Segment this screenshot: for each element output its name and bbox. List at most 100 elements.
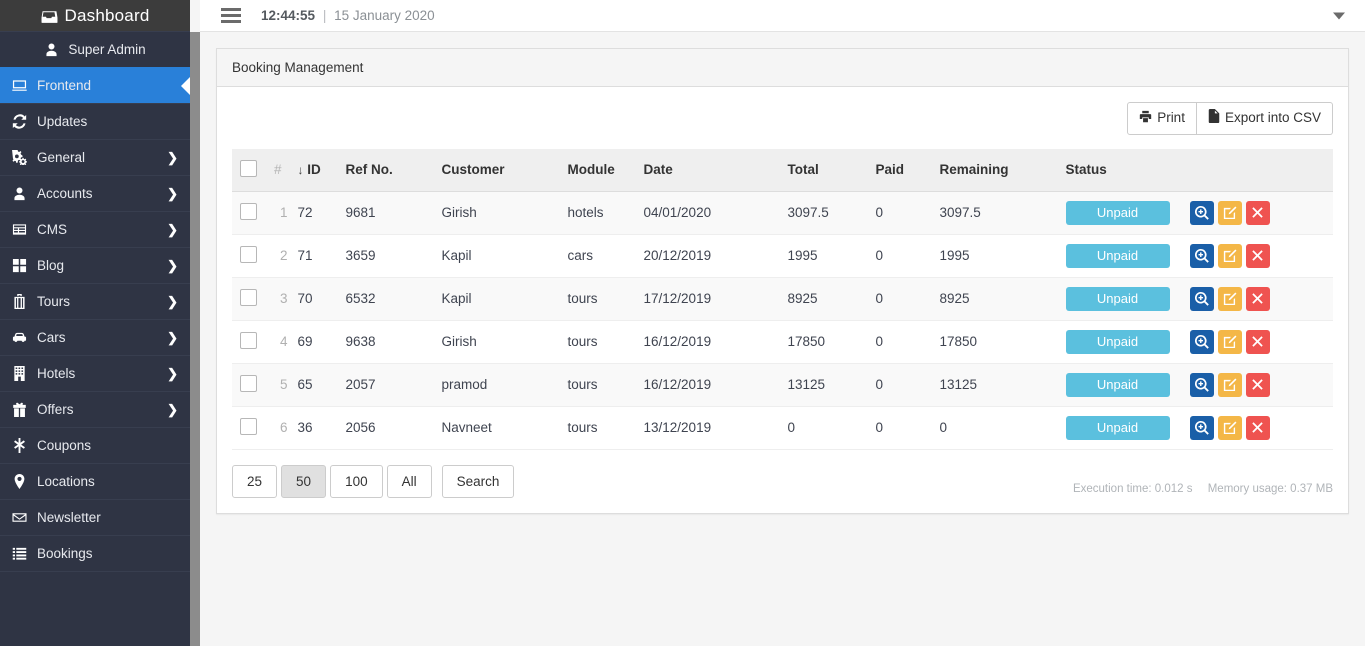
status-badge[interactable]: Unpaid — [1065, 200, 1170, 225]
edit-button[interactable] — [1217, 243, 1242, 268]
table-row: 1 72 9681 Girish hotels 04/01/2020 3097.5 0 3097… — [232, 191, 1333, 235]
chevron-right-icon: ❯ — [167, 401, 178, 417]
sidebar-item-general[interactable]: General ❯ — [0, 139, 190, 176]
table-row: 6 36 2056 Navneet tours 13/12/2019 0 0 0 Unpaid — [232, 406, 1333, 450]
sidebar-item-super-admin[interactable]: Super Admin — [0, 31, 190, 68]
row-id: 69 — [289, 320, 338, 364]
sidebar-item-accounts[interactable]: Accounts ❯ — [0, 175, 190, 212]
select-all-checkbox[interactable] — [240, 159, 257, 177]
status-badge[interactable]: Unpaid — [1065, 372, 1170, 397]
row-total: 13125 — [779, 363, 868, 407]
sidebar-item-coupons-label: Coupons — [37, 438, 92, 453]
sidebar-item-locations[interactable]: Locations — [0, 463, 190, 500]
sidebar-item-frontend[interactable]: Frontend — [0, 67, 190, 104]
status-badge[interactable]: Unpaid — [1065, 243, 1170, 268]
edit-button[interactable] — [1217, 372, 1242, 397]
sidebar-item-cms[interactable]: CMS ❯ — [0, 211, 190, 248]
page-size-all[interactable]: All — [386, 464, 432, 499]
print-button[interactable]: Print — [1127, 102, 1197, 135]
column-header-id[interactable]: ↓ ID — [289, 148, 338, 192]
page-size-50[interactable]: 50 — [281, 464, 327, 499]
row-checkbox[interactable] — [240, 202, 257, 220]
table-footer: 25 50 100 All Search Execution time: 0.012 s… — [232, 464, 1333, 499]
column-header-paid[interactable]: Paid — [867, 148, 932, 192]
grid-icon — [12, 258, 34, 273]
column-header-remaining[interactable]: Remaining — [931, 148, 1058, 192]
row-checkbox[interactable] — [240, 288, 257, 306]
sidebar-item-blog[interactable]: Blog ❯ — [0, 247, 190, 284]
building-icon — [12, 366, 34, 381]
table-head: # ↓ ID Ref No. Customer Module Date Tota… — [232, 148, 1333, 192]
sidebar-item-bookings[interactable]: Bookings — [0, 535, 190, 572]
column-header-status[interactable]: Status — [1057, 148, 1333, 192]
sidebar-item-locations-label: Locations — [37, 474, 95, 489]
export-csv-button[interactable]: Export into CSV — [1196, 102, 1333, 135]
edit-button[interactable] — [1217, 415, 1242, 440]
pencil-square-icon — [1223, 378, 1237, 392]
view-button[interactable] — [1189, 415, 1214, 440]
sidebar: Dashboard Super Admin Frontend Updates Gene… — [0, 0, 190, 646]
view-button[interactable] — [1189, 200, 1214, 225]
status-badge[interactable]: Unpaid — [1065, 286, 1170, 311]
asterisk-icon — [12, 438, 34, 453]
row-checkbox[interactable] — [240, 245, 257, 263]
page-size-25[interactable]: 25 — [232, 464, 278, 499]
row-module: tours — [559, 406, 636, 450]
delete-button[interactable] — [1245, 286, 1270, 311]
brand-header[interactable]: Dashboard — [0, 0, 190, 32]
sidebar-item-newsletter[interactable]: Newsletter — [0, 499, 190, 536]
delete-button[interactable] — [1245, 372, 1270, 397]
row-checkbox[interactable] — [240, 374, 257, 392]
sidebar-item-tours[interactable]: Tours ❯ — [0, 283, 190, 320]
column-header-customer[interactable]: Customer — [433, 148, 560, 192]
row-number: 6 — [266, 406, 290, 450]
row-customer: Kapil — [433, 277, 560, 321]
sidebar-item-hotels[interactable]: Hotels ❯ — [0, 355, 190, 392]
column-header-date[interactable]: Date — [635, 148, 780, 192]
row-customer: Navneet — [433, 406, 560, 450]
page-size-100[interactable]: 100 — [330, 464, 383, 499]
view-button[interactable] — [1189, 329, 1214, 354]
row-module: cars — [559, 234, 636, 278]
sidebar-item-offers-label: Offers — [37, 402, 74, 417]
sidebar-item-updates[interactable]: Updates — [0, 103, 190, 140]
row-select-cell — [232, 234, 266, 278]
delete-button[interactable] — [1245, 200, 1270, 225]
row-checkbox[interactable] — [240, 331, 257, 349]
sort-desc-icon: ↓ — [297, 163, 304, 178]
column-header-hash[interactable]: # — [266, 148, 290, 192]
status-badge[interactable]: Unpaid — [1065, 329, 1170, 354]
row-module: tours — [559, 320, 636, 364]
sidebar-scrollbar[interactable] — [190, 32, 200, 646]
sidebar-item-coupons[interactable]: Coupons — [0, 427, 190, 464]
row-id: 70 — [289, 277, 338, 321]
column-header-module[interactable]: Module — [559, 148, 636, 192]
edit-button[interactable] — [1217, 200, 1242, 225]
hamburger-icon[interactable] — [211, 8, 251, 23]
row-number: 2 — [266, 234, 290, 278]
delete-button[interactable] — [1245, 243, 1270, 268]
delete-button[interactable] — [1245, 329, 1270, 354]
view-button[interactable] — [1189, 286, 1214, 311]
table-body: 1 72 9681 Girish hotels 04/01/2020 3097.5 0 3097… — [232, 191, 1333, 450]
row-checkbox[interactable] — [240, 417, 257, 435]
delete-button[interactable] — [1245, 415, 1270, 440]
column-header-total[interactable]: Total — [779, 148, 868, 192]
table-row: 2 71 3659 Kapil cars 20/12/2019 1995 0 1995 Unpai… — [232, 234, 1333, 278]
caret-down-icon[interactable] — [1333, 12, 1345, 19]
view-button[interactable] — [1189, 243, 1214, 268]
file-icon — [1208, 109, 1220, 128]
select-all-header — [232, 148, 266, 192]
edit-button[interactable] — [1217, 329, 1242, 354]
status-badge[interactable]: Unpaid — [1065, 415, 1170, 440]
edit-button[interactable] — [1217, 286, 1242, 311]
view-button[interactable] — [1189, 372, 1214, 397]
times-icon — [1251, 292, 1264, 305]
sidebar-item-cars[interactable]: Cars ❯ — [0, 319, 190, 356]
sidebar-item-offers[interactable]: Offers ❯ — [0, 391, 190, 428]
execution-time: Execution time: 0.012 s — [1072, 482, 1193, 495]
row-paid: 0 — [867, 363, 932, 407]
row-remaining: 8925 — [931, 277, 1058, 321]
column-header-ref-no[interactable]: Ref No. — [337, 148, 434, 192]
search-button[interactable]: Search — [441, 464, 515, 499]
